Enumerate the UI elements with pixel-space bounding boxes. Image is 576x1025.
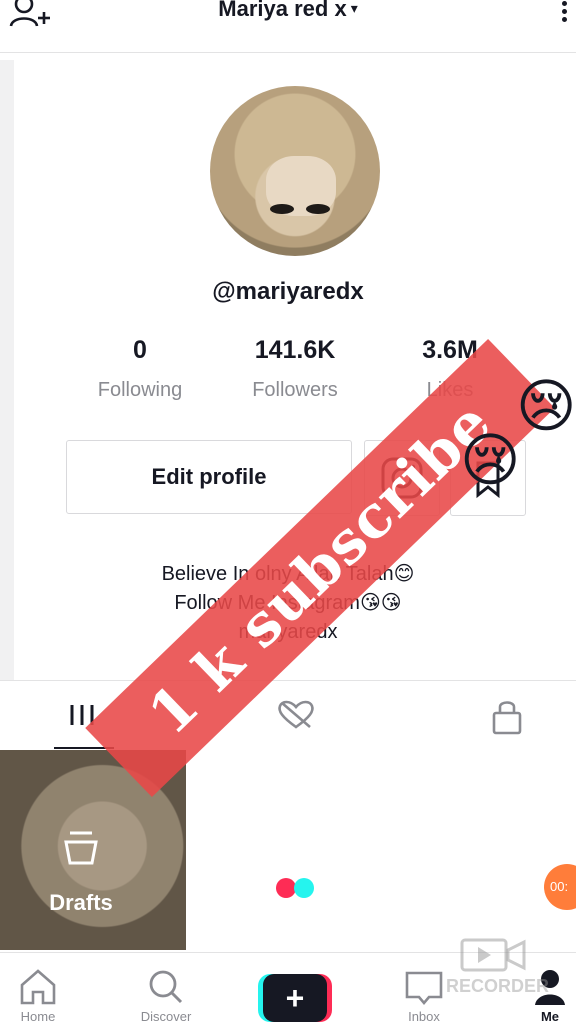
nav-home[interactable]: Home	[0, 953, 88, 1025]
stat-following[interactable]: 0 Following	[65, 336, 215, 402]
crying-emoji: 😢	[516, 374, 576, 439]
tab-private[interactable]	[384, 681, 576, 749]
crying-emoji: 😢	[460, 428, 521, 493]
lock-icon	[492, 701, 522, 735]
avatar[interactable]	[210, 86, 380, 256]
edit-profile-button[interactable]: Edit profile	[66, 440, 352, 514]
more-options-icon[interactable]	[558, 0, 570, 30]
stat-followers[interactable]: 141.6K Followers	[220, 336, 370, 402]
create-button[interactable]: +	[258, 974, 332, 1024]
watermark-text: RECORDER	[446, 976, 550, 996]
chevron-down-icon: ▾	[350, 0, 358, 16]
stat-value: 0	[133, 336, 147, 364]
profile-username: @mariyaredx	[212, 278, 364, 305]
stat-label: Following	[97, 379, 183, 401]
drafts-label: Drafts	[49, 890, 113, 915]
recorder-watermark: RECORDER	[446, 934, 576, 1006]
search-icon	[149, 970, 183, 1004]
nav-label: Home	[20, 1009, 56, 1024]
stat-value: 141.6K	[254, 336, 336, 364]
profile-tabs	[0, 680, 576, 749]
inbox-icon	[405, 971, 443, 1006]
loading-indicator	[276, 878, 316, 898]
drafts-icon	[62, 830, 100, 866]
nav-label: Inbox	[408, 1009, 440, 1024]
recording-timer[interactable]: 00:	[544, 864, 576, 910]
stat-label: Followers	[252, 379, 338, 401]
recorder-icon	[460, 938, 526, 972]
home-icon	[20, 969, 56, 1005]
page-title: Mariya red x	[218, 0, 347, 21]
nav-discover[interactable]: Discover	[116, 953, 216, 1025]
plus-icon: +	[263, 974, 327, 1022]
nav-label: Discover	[140, 1009, 192, 1024]
nav-label: Me	[540, 1009, 560, 1024]
top-bar: Mariya red x ▾	[0, 0, 576, 53]
account-switcher[interactable]: Mariya red x ▾	[0, 0, 576, 22]
